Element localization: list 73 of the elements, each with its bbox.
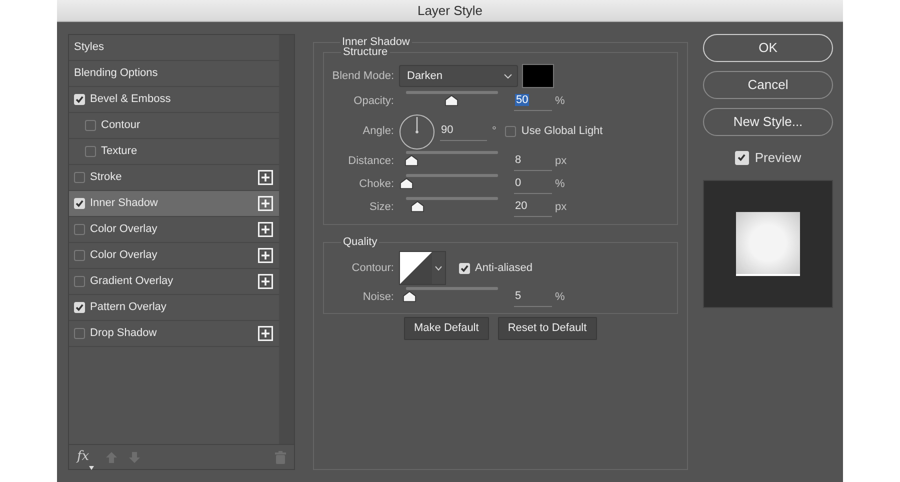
group-title: Quality — [341, 236, 380, 249]
style-list-item[interactable]: Gradient Overlay — [69, 269, 279, 295]
checkbox-label: Use Global Light — [521, 124, 603, 140]
style-list-item[interactable]: Texture — [69, 139, 279, 165]
checkbox[interactable] — [74, 276, 85, 287]
field-label: Blend Mode: — [331, 68, 394, 84]
field-label: Angle: — [362, 124, 394, 140]
add-icon[interactable] — [258, 326, 273, 341]
dialog-button[interactable]: Cancel — [703, 71, 833, 99]
input-field[interactable]: 0 — [514, 175, 552, 194]
add-icon[interactable] — [258, 274, 273, 289]
field-label: Opacity: — [352, 94, 394, 110]
scrollbar[interactable] — [279, 35, 294, 444]
unit-label: px — [555, 154, 567, 170]
checkbox[interactable] — [85, 146, 96, 157]
caret-icon[interactable] — [89, 466, 94, 470]
contour-picker[interactable] — [399, 251, 446, 285]
input-field[interactable]: 5 — [514, 288, 552, 307]
unit-label: % — [555, 94, 565, 110]
caret-icon[interactable] — [504, 74, 512, 78]
style-list-item[interactable]: Pattern Overlay — [69, 295, 279, 321]
checkbox[interactable] — [74, 328, 85, 339]
unit-label: ° — [492, 124, 496, 140]
checkmark-icon — [75, 199, 84, 208]
checkbox[interactable] — [74, 224, 85, 235]
checkmark-icon — [75, 303, 84, 312]
unit-label: % — [555, 290, 565, 306]
input-field[interactable]: 90 — [440, 122, 487, 141]
checkmark-icon — [460, 264, 469, 272]
preview-swatch — [736, 212, 800, 276]
input-field[interactable]: 50 — [514, 92, 552, 111]
checkbox[interactable] — [505, 126, 516, 137]
angle-dial[interactable] — [399, 114, 435, 150]
style-list-item[interactable]: Drop Shadow — [69, 321, 279, 347]
add-icon[interactable] — [258, 170, 273, 185]
dialog-button[interactable]: OK — [703, 34, 833, 62]
unit-label: px — [555, 200, 567, 216]
field-label: Noise: — [362, 290, 394, 306]
default-button[interactable]: Reset to Default — [498, 317, 597, 340]
dialog-button[interactable]: New Style... — [703, 108, 833, 136]
checkbox-label: Anti-aliased — [475, 260, 532, 276]
style-list-item[interactable]: Inner Shadow — [69, 191, 279, 217]
style-list-item[interactable]: Bevel & Emboss — [69, 87, 279, 113]
style-list-item[interactable]: Contour — [69, 113, 279, 139]
style-list-item[interactable]: Color Overlay — [69, 243, 279, 269]
slider-thumb[interactable] — [411, 200, 424, 212]
checkbox[interactable] — [74, 250, 85, 261]
slider-thumb[interactable] — [400, 178, 413, 188]
color-swatch[interactable] — [522, 64, 554, 88]
default-button[interactable]: Make Default — [404, 317, 489, 340]
unit-label: % — [555, 177, 565, 192]
input-field[interactable]: 8 — [514, 152, 552, 171]
blend-mode-dropdown[interactable]: Darken — [399, 65, 518, 87]
field-label: Contour: — [350, 260, 394, 276]
slider-thumb[interactable] — [402, 290, 416, 302]
checkbox-label: Preview — [754, 149, 802, 167]
field-label: Distance: — [347, 154, 394, 170]
checkbox[interactable] — [85, 120, 96, 131]
effects-menu[interactable]: fx — [77, 447, 94, 467]
checkmark-icon — [75, 95, 84, 104]
checkbox[interactable] — [74, 172, 85, 183]
checkmark-icon — [737, 153, 746, 162]
window-title: Layer Style — [417, 2, 483, 20]
add-icon[interactable] — [258, 222, 273, 237]
field-label: Size: — [368, 200, 394, 216]
slider-thumb[interactable] — [404, 154, 418, 166]
field-label: Choke: — [358, 177, 394, 192]
add-icon[interactable] — [258, 196, 273, 211]
add-icon[interactable] — [258, 248, 273, 263]
slider-thumb[interactable] — [445, 94, 458, 106]
style-list-item[interactable]: Color Overlay — [69, 217, 279, 243]
caret-icon[interactable] — [435, 266, 442, 270]
input-field[interactable]: 20 — [514, 198, 552, 217]
